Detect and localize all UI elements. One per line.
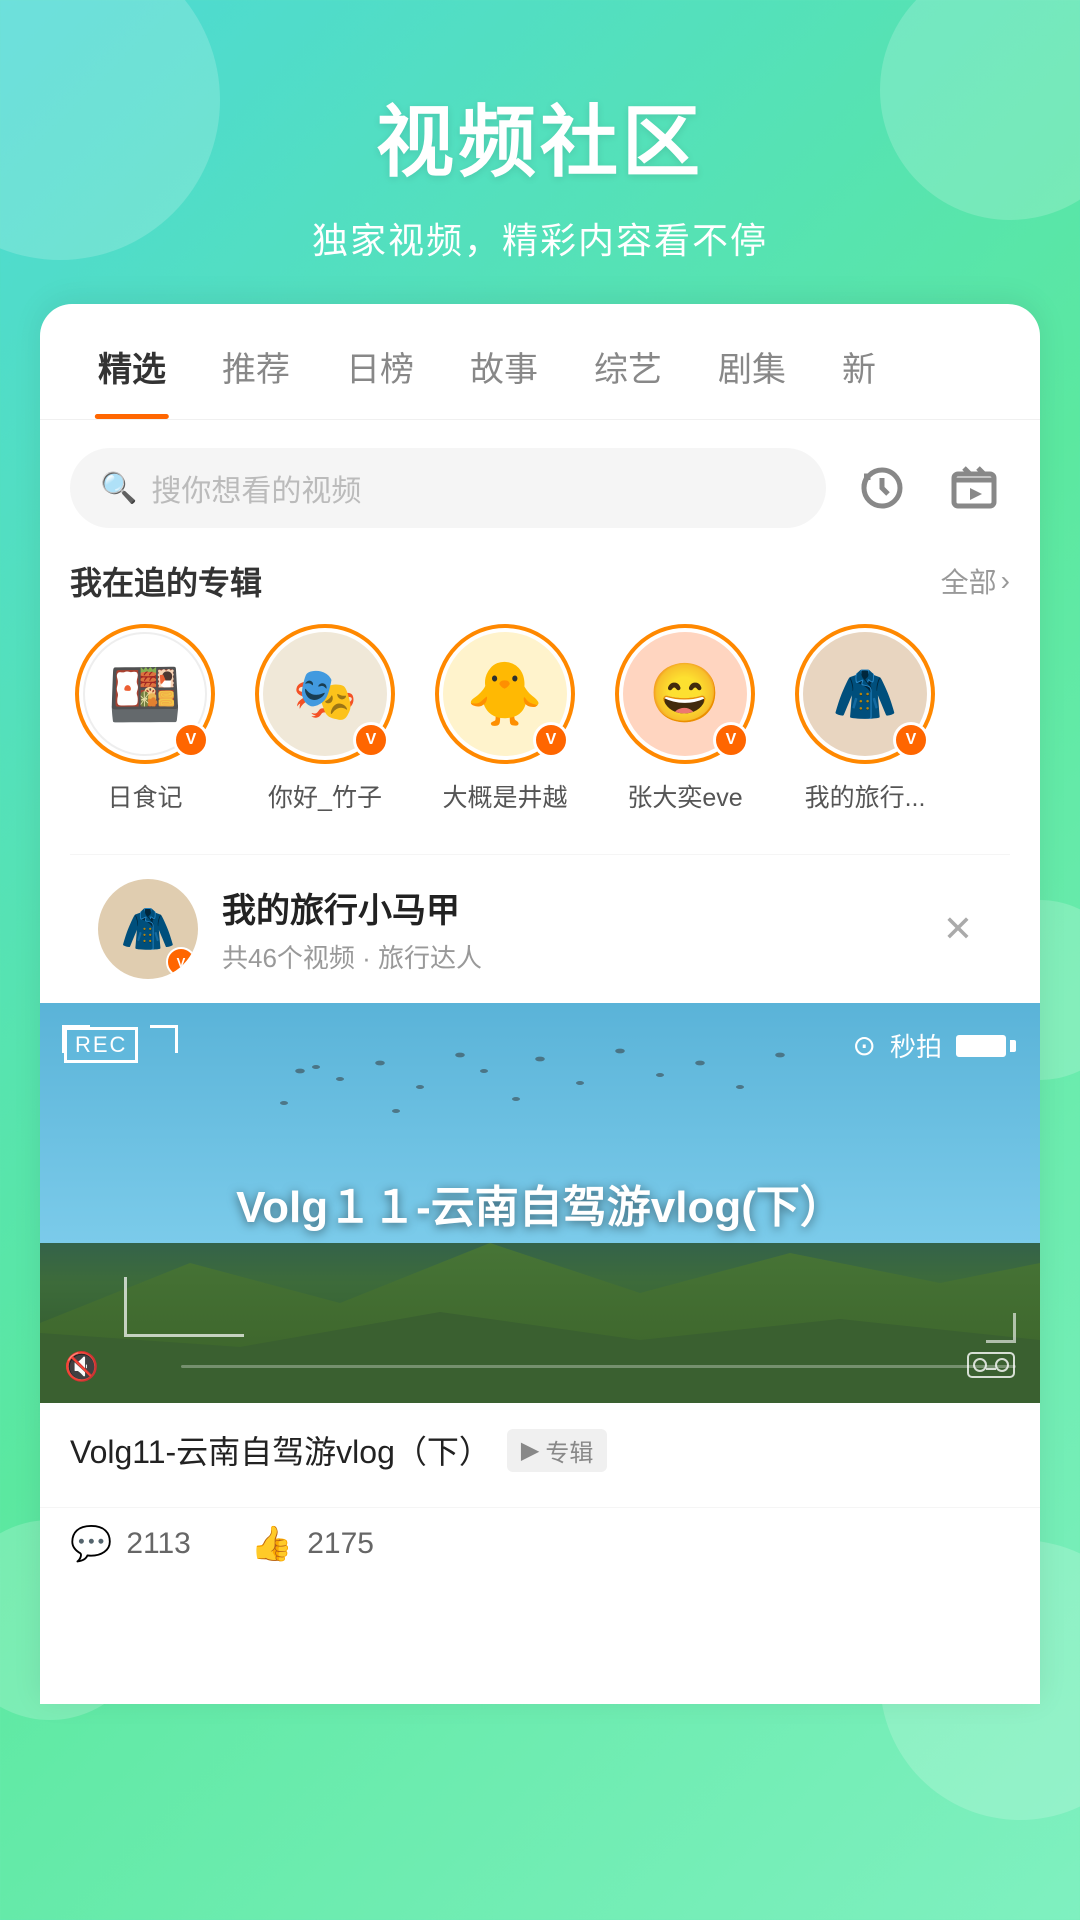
comment-count: 2113 [126,1527,191,1561]
tab-new[interactable]: 新 [814,304,904,419]
chevron-right-icon: › [1001,565,1010,597]
play-icon: ▶ [521,1436,539,1465]
page-subtitle: 独家视频，精彩内容看不停 [0,212,1080,264]
vip-badge-1: V [173,722,209,758]
avatar-label-1: 日食记 [107,778,182,814]
battery-icon [956,1035,1016,1057]
vip-badge-5: V [893,722,929,758]
video-circle-icon: ⊙ [853,1029,876,1062]
tab-drama[interactable]: 剧集 [690,304,814,419]
channel-meta: 共46个视频 · 旅行达人 [222,938,910,975]
search-area: 🔍 搜你想看的视频 [40,420,1040,548]
avatar-ring-2: 🎭 V [255,624,395,764]
following-title: 我在追的专辑 [70,558,262,604]
video-top-controls: ⊙ 秒拍 [853,1027,1016,1064]
video-title: Volg11-云南自驾游vlog（下） [70,1427,491,1473]
channel-avatar: 🧥 V [98,879,198,979]
page-header: 视频社区 独家视频，精彩内容看不停 [0,0,1080,304]
channel-info: 我的旅行小马甲 共46个视频 · 旅行达人 [222,883,910,975]
avatar-label-5: 我的旅行... [805,778,926,814]
following-more-button[interactable]: 全部 › [941,561,1010,601]
channel-vip-badge: V [166,947,196,977]
corner-tr-rec [150,1025,178,1053]
vip-badge-4: V [713,722,749,758]
channel-name: 我的旅行小马甲 [222,883,910,932]
list-item[interactable]: 🐥 V 大概是井越 [430,624,580,814]
cassette-area [966,1347,1016,1383]
search-bar[interactable]: 🔍 搜你想看的视频 [70,448,826,528]
avatar-label-4: 张大奕eve [627,778,742,814]
avatar-label-2: 你好_竹子 [268,778,382,814]
channel-card[interactable]: 🧥 V 我的旅行小马甲 共46个视频 · 旅行达人 ✕ [70,854,1010,1003]
avatar-ring-3: 🐥 V [435,624,575,764]
list-item[interactable]: 🍱 V 日食记 [70,624,220,814]
video-info: Volg11-云南自驾游vlog（下） ▶ 专辑 [40,1403,1040,1507]
history-button[interactable] [846,452,918,524]
tab-recommended[interactable]: 推荐 [194,304,318,419]
video-search-button[interactable] [938,452,1010,524]
video-label: 秒拍 [890,1027,942,1064]
following-section-header: 我在追的专辑 全部 › [40,548,1040,624]
search-icon: 🔍 [100,471,137,506]
like-icon: 👍 [251,1524,293,1564]
page-title: 视频社区 [0,80,1080,192]
folder-video-icon [950,464,998,512]
nav-tabs: 精选 推荐 日榜 故事 综艺 剧集 新 [40,304,1040,420]
corner-bl [124,1277,244,1337]
list-item[interactable]: 🎭 V 你好_竹子 [250,624,400,814]
comment-icon: 💬 [70,1524,112,1564]
like-count: 2175 [307,1527,374,1561]
close-button[interactable]: ✕ [934,905,982,953]
history-icon [858,464,906,512]
progress-bar[interactable] [181,1365,1016,1368]
video-album-tag[interactable]: ▶ 专辑 [507,1429,607,1472]
tab-variety[interactable]: 综艺 [566,304,690,419]
search-input[interactable]: 搜你想看的视频 [151,466,361,510]
volume-icon[interactable]: 🔇 [64,1350,99,1383]
video-player[interactable]: REC ⊙ 秒拍 Volg１１-云南自驾游vlog(下） 🔇 [40,1003,1040,1403]
video-overlay-title: Volg１１-云南自驾游vlog(下） [236,1171,844,1235]
like-stat: 👍 2175 [251,1524,374,1564]
vip-badge-2: V [353,722,389,758]
video-bottom-controls: 🔇 [64,1350,1016,1383]
avatar-ring-4: 😄 V [615,624,755,764]
list-item[interactable]: 😄 V 张大奕eve [610,624,760,814]
video-title-row: Volg11-云南自驾游vlog（下） ▶ 专辑 [70,1427,1010,1473]
avatar-ring-1: 🍱 V [75,624,215,764]
list-item[interactable]: 🧥 V 我的旅行... [790,624,940,814]
tab-story[interactable]: 故事 [442,304,566,419]
avatar-list: 🍱 V 日食记 🎭 V 你好_竹子 🐥 V 大概是井越 😄 [40,624,1040,844]
vip-badge-3: V [533,722,569,758]
avatar-ring-5: 🧥 V [795,624,935,764]
main-card: 精选 推荐 日榜 故事 综艺 剧集 新 🔍 搜你想看的视频 [40,304,1040,1704]
corner-br [986,1313,1016,1343]
tab-daily[interactable]: 日榜 [318,304,442,419]
cassette-icon [966,1347,1016,1383]
comment-stat: 💬 2113 [70,1524,191,1564]
corner-tl [62,1025,90,1053]
avatar-label-3: 大概是井越 [442,778,567,814]
video-stats: 💬 2113 👍 2175 [40,1507,1040,1594]
tab-featured[interactable]: 精选 [70,304,194,419]
